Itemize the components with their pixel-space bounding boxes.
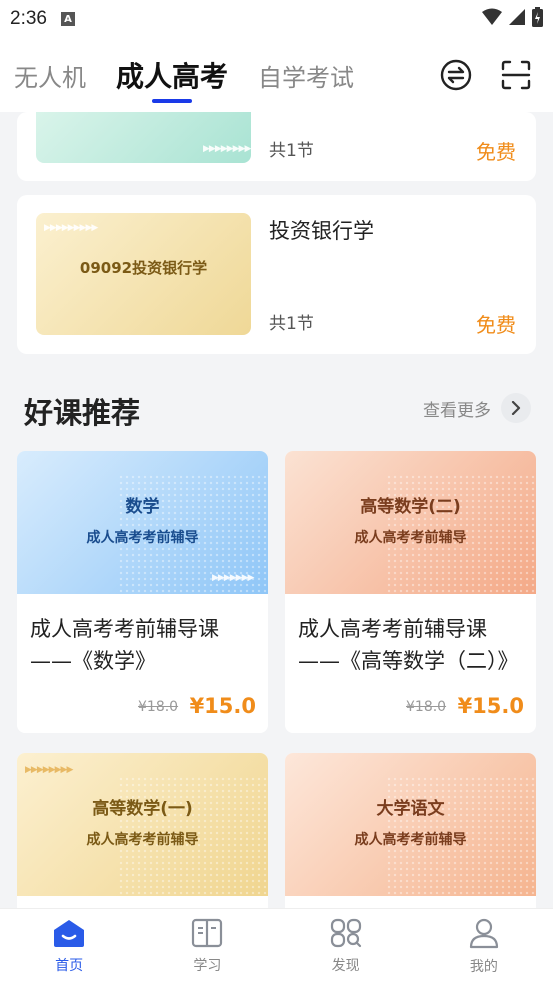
nav-label: 首页 (55, 958, 84, 974)
original-price: ¥18.0 (406, 699, 447, 715)
course-card[interactable]: 大学语文 成人高考考前辅导 (285, 753, 536, 908)
nav-item-profile[interactable]: 我的 (444, 917, 524, 976)
course-card[interactable]: ▶▶▶▶▶▶▶▶ 高等数学(一) 成人高考考前辅导 (17, 753, 268, 908)
scan-icon[interactable] (499, 58, 533, 92)
thumbnail-title: 高等数学(一) (92, 799, 193, 819)
course-title: 成人高考考前辅导课——《数学》 (30, 617, 219, 673)
section-title: 好课推荐 (24, 396, 141, 430)
book-icon (191, 918, 223, 952)
course-thumbnail: 大学语文 成人高考考前辅导 (285, 753, 536, 896)
bottom-nav: 首页 学习 发现 我的 (0, 908, 553, 984)
profile-icon (468, 917, 500, 953)
thumbnail-title: 数学 (125, 497, 160, 517)
nav-item-home[interactable]: 首页 (29, 918, 109, 975)
nav-label: 学习 (193, 958, 222, 974)
status-time: 2:36 (10, 8, 47, 29)
nav-label: 我的 (469, 959, 498, 975)
top-nav: 无人机 成人高考 自学考试 (0, 38, 553, 112)
wifi-icon (482, 8, 502, 30)
lesson-count: 共1节 (269, 314, 314, 334)
status-bar: 2:36 A (0, 0, 553, 38)
view-more-button[interactable]: 查看更多 (423, 393, 531, 423)
nav-item-study[interactable]: 学习 (167, 918, 247, 975)
chevron-right-icon (501, 393, 531, 423)
nav-item-discover[interactable]: 发现 (306, 918, 386, 975)
course-card[interactable]: 高等数学(二) 成人高考考前辅导 成人高考考前辅导课——《高等数学（二）》 ¥1… (285, 451, 536, 733)
switch-icon[interactable] (439, 58, 473, 92)
course-thumbnail: 高等数学(二) 成人高考考前辅导 (285, 451, 536, 594)
lesson-count: 共1节 (269, 141, 314, 161)
course-thumbnail: ▶▶▶▶▶▶▶▶ 高等数学(一) 成人高考考前辅导 (17, 753, 268, 896)
thumbnail-title: 大学语文 (376, 799, 445, 819)
thumbnail-subtitle: 成人高考考前辅导 (354, 832, 467, 848)
original-price: ¥18.0 (138, 699, 179, 715)
tab-drone[interactable]: 无人机 (14, 58, 86, 93)
thumbnail-title: 09092投资银行学 (79, 259, 208, 277)
arrows-decoration: ▶▶▶▶▶▶▶▶ (203, 144, 251, 154)
arrows-decoration: ▶▶▶▶▶▶▶▶ (25, 765, 73, 775)
price-free: 免费 (476, 140, 516, 164)
course-card[interactable]: ▶▶▶▶▶▶▶ 数学 成人高考考前辅导 成人高考考前辅导课——《数学》 ¥18.… (17, 451, 268, 733)
current-price: ¥15.0 (189, 694, 256, 718)
battery-icon (532, 7, 543, 31)
thumbnail-subtitle: 成人高考考前辅导 (354, 530, 467, 546)
thumbnail-subtitle: 成人高考考前辅导 (86, 530, 199, 546)
thumbnail-subtitle: 成人高考考前辅导 (86, 832, 199, 848)
course-title: 投资银行学 (269, 219, 374, 243)
signal-icon (508, 8, 526, 30)
home-icon (52, 918, 86, 952)
course-thumbnail: ▶▶▶▶▶▶▶▶ (36, 112, 251, 163)
course-list-item[interactable]: ▶▶▶▶▶▶▶▶ 共1节 免费 (17, 112, 536, 181)
course-list-item[interactable]: ▶▶▶▶▶▶▶▶▶ 09092投资银行学 投资银行学 共1节 免费 (17, 195, 536, 354)
tab-self-study-exam[interactable]: 自学考试 (258, 58, 354, 93)
tab-adult-exam[interactable]: 成人高考 (116, 55, 228, 95)
arrows-decoration: ▶▶▶▶▶▶▶▶▶ (44, 223, 98, 233)
current-price: ¥15.0 (457, 694, 524, 718)
status-icons (482, 7, 543, 31)
course-thumbnail: ▶▶▶▶▶▶▶▶▶ 09092投资银行学 (36, 213, 251, 335)
discover-icon (330, 918, 362, 952)
arrows-decoration: ▶▶▶▶▶▶▶ (212, 573, 254, 583)
course-title: 成人高考考前辅导课——《高等数学（二）》 (298, 617, 519, 673)
price-free: 免费 (476, 313, 516, 337)
view-more-label: 查看更多 (423, 400, 491, 421)
notification-icon: A (60, 12, 75, 26)
course-thumbnail: ▶▶▶▶▶▶▶ 数学 成人高考考前辅导 (17, 451, 268, 594)
nav-label: 发现 (331, 958, 360, 974)
thumbnail-title: 高等数学(二) (360, 497, 461, 517)
